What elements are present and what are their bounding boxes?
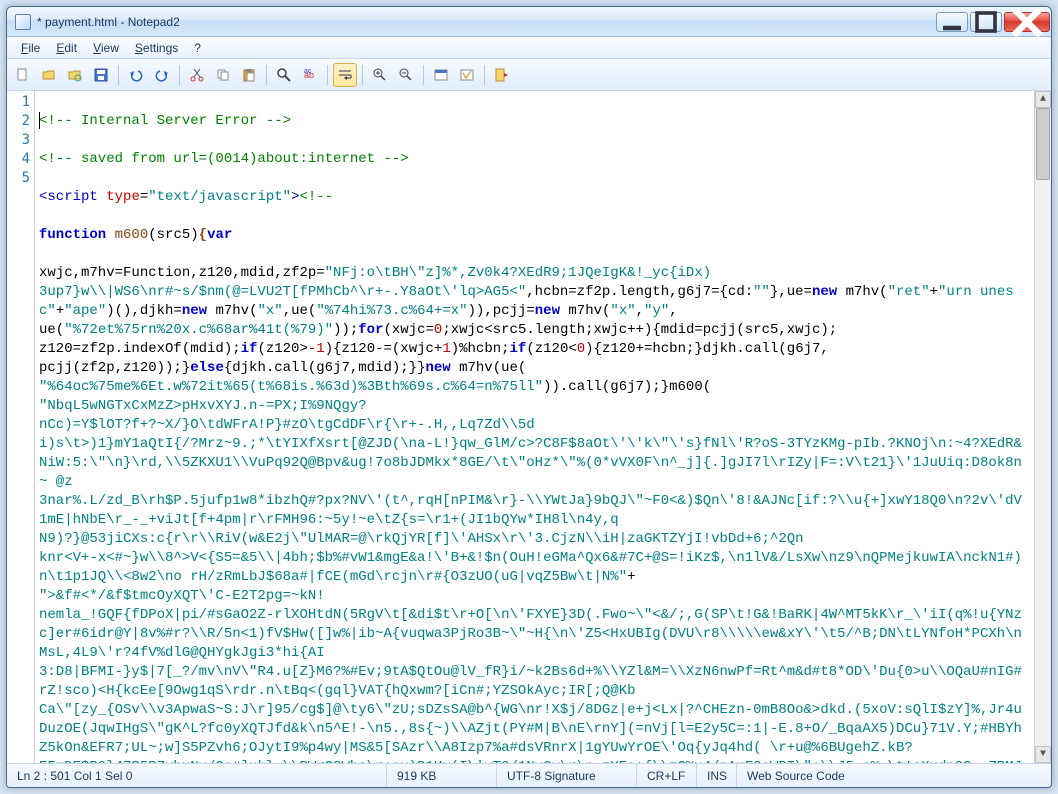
maximize-button[interactable] — [970, 12, 1002, 32]
redo-button[interactable] — [150, 63, 174, 87]
status-language: Web Source Code — [737, 764, 1051, 787]
status-position: Ln 2 : 501 Col 1 Sel 0 — [7, 764, 387, 787]
menu-file[interactable]: File — [13, 39, 48, 57]
toolbar-sep — [362, 65, 363, 85]
app-window: * payment.html - Notepad2 File Edit View… — [6, 6, 1052, 788]
window-title: * payment.html - Notepad2 — [37, 15, 934, 29]
statusbar: Ln 2 : 501 Col 1 Sel 0 919 KB UTF-8 Sign… — [7, 763, 1051, 787]
copy-button[interactable] — [211, 63, 235, 87]
line-gutter: 1 2 3 4 5 — [7, 91, 35, 763]
replace-button[interactable]: abac — [298, 63, 322, 87]
minimize-button[interactable] — [936, 12, 968, 32]
code-area[interactable]: <!-- Internal Server Error --> <!-- save… — [35, 91, 1034, 763]
status-lineending: CR+LF — [637, 764, 697, 787]
exit-button[interactable] — [490, 63, 514, 87]
menu-help[interactable]: ? — [186, 39, 209, 57]
scroll-track[interactable] — [1035, 108, 1051, 746]
scroll-down-button[interactable]: ▼ — [1035, 746, 1051, 763]
status-encoding: UTF-8 Signature — [497, 764, 637, 787]
customize-button[interactable] — [455, 63, 479, 87]
toolbar-sep — [118, 65, 119, 85]
close-button[interactable] — [1004, 12, 1050, 32]
paste-button[interactable] — [237, 63, 261, 87]
titlebar: * payment.html - Notepad2 — [7, 7, 1051, 37]
word-wrap-button[interactable] — [333, 63, 357, 87]
zoom-out-button[interactable] — [394, 63, 418, 87]
toolbar-sep — [423, 65, 424, 85]
toolbar-sep — [179, 65, 180, 85]
app-icon — [15, 14, 31, 30]
scroll-up-button[interactable]: ▲ — [1035, 91, 1051, 108]
toolbar-sep — [327, 65, 328, 85]
browse-button[interactable] — [63, 63, 87, 87]
status-insertmode: INS — [697, 764, 737, 787]
zoom-in-button[interactable] — [368, 63, 392, 87]
open-file-button[interactable] — [37, 63, 61, 87]
scroll-thumb[interactable] — [1036, 108, 1050, 180]
cut-button[interactable] — [185, 63, 209, 87]
find-button[interactable] — [272, 63, 296, 87]
toolbar-sep — [484, 65, 485, 85]
menubar: File Edit View Settings ? — [7, 37, 1051, 59]
menu-edit[interactable]: Edit — [48, 39, 85, 57]
editor[interactable]: 1 2 3 4 5 <!-- Internal Server Error -->… — [7, 91, 1051, 763]
toolbar-sep — [266, 65, 267, 85]
vertical-scrollbar[interactable]: ▲ ▼ — [1034, 91, 1051, 763]
undo-button[interactable] — [124, 63, 148, 87]
svg-text:ac: ac — [304, 68, 312, 75]
status-filesize: 919 KB — [387, 764, 497, 787]
save-button[interactable] — [89, 63, 113, 87]
scheme-button[interactable] — [429, 63, 453, 87]
toolbar: abac — [7, 59, 1051, 91]
new-file-button[interactable] — [11, 63, 35, 87]
text-caret — [39, 112, 40, 129]
menu-settings[interactable]: Settings — [127, 39, 186, 57]
menu-view[interactable]: View — [85, 39, 127, 57]
